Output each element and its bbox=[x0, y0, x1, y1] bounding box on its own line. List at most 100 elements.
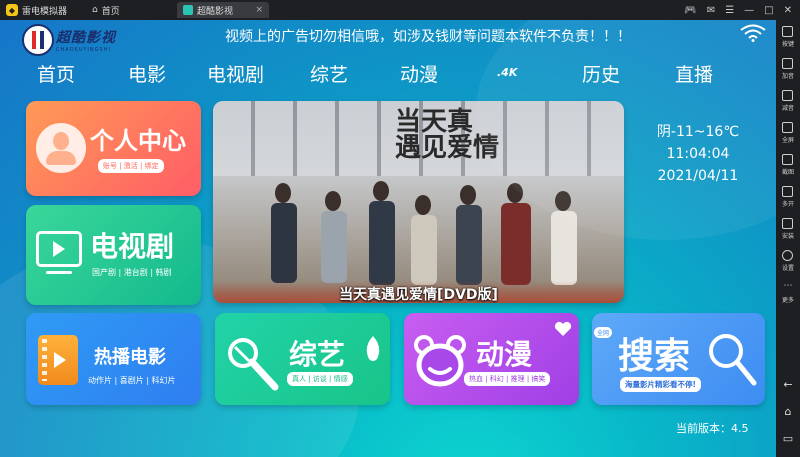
sidebar-item-settings[interactable]: 设置 bbox=[782, 250, 794, 282]
scissors-icon bbox=[782, 154, 794, 165]
window-titlebar: ◆ 雷电模拟器 ⌂ 首页 超酷影视 × 🎮 ✉ ☰ — □ ✕ bbox=[0, 0, 800, 20]
sidebar-item-label: 更多 bbox=[781, 297, 794, 304]
sidebar-item-label: 按键 bbox=[781, 41, 794, 48]
banner-poster-title: 当天真 遇见爱情 bbox=[395, 109, 499, 161]
mail-icon[interactable]: ✉ bbox=[707, 5, 715, 16]
menu-icon[interactable]: ☰ bbox=[725, 5, 734, 16]
variety-title: 综艺 bbox=[289, 338, 346, 371]
nav-item-home[interactable]: 首页 bbox=[37, 60, 75, 87]
gear-icon bbox=[782, 250, 794, 261]
sidebar-item-label: 设置 bbox=[781, 265, 794, 272]
brand-emblem-icon bbox=[22, 24, 54, 56]
nav-item-tv[interactable]: 电视剧 bbox=[207, 60, 264, 87]
sidebar-item-label: 全屏 bbox=[781, 137, 794, 144]
sidebar-item-more[interactable]: ⋯ 更多 bbox=[782, 282, 794, 314]
tv-stand-icon bbox=[46, 271, 72, 274]
category-nav: 首页 电影 电视剧 综艺 动漫 .4K 历史 直播 bbox=[0, 60, 776, 90]
nav-item-history[interactable]: 历史 bbox=[582, 60, 620, 87]
close-icon[interactable]: ✕ bbox=[784, 5, 792, 16]
weather-clock: 阴-11~16℃ 11:04:04 2021/04/11 bbox=[628, 121, 768, 187]
weather-forecast: 阴-11~16℃ bbox=[656, 124, 740, 140]
notice-text: 视频上的广告切勿相信哦，如涉及钱财等问题本软件不负责！！！ bbox=[225, 29, 631, 45]
tv-icon bbox=[36, 231, 82, 267]
tv-title: 电视剧 bbox=[90, 230, 175, 263]
app-name: ◆ 雷电模拟器 bbox=[0, 4, 92, 17]
banner-caption: 当天真遇见爱情[DVD版] bbox=[339, 287, 498, 303]
volume-up-icon bbox=[782, 58, 794, 69]
hot-movies-tile[interactable]: 热播电影 动作片 | 喜剧片 | 科幻片 bbox=[26, 313, 201, 405]
sidebar-item-volume-down[interactable]: 减音 bbox=[782, 90, 794, 122]
nav-item-4k[interactable]: .4K bbox=[497, 66, 517, 79]
clock-time: 11:04:04 bbox=[666, 146, 730, 162]
emulator-sidebar: 按键 加音 减音 全屏 截图 多开 安装 设置 ⋯ 更多 ← ⌂ ▭ bbox=[776, 20, 800, 457]
fullscreen-icon bbox=[782, 122, 794, 133]
profile-tile[interactable]: 个人中心 账号 | 激活 | 绑定 bbox=[26, 101, 201, 196]
tv-sub: 国产剧 | 港台剧 | 韩剧 bbox=[92, 268, 172, 277]
back-icon[interactable]: ← bbox=[783, 378, 792, 391]
emulator-logo-icon: ◆ bbox=[6, 4, 18, 16]
search-tile[interactable]: 全网 搜索 海量影片精彩看不停! bbox=[592, 313, 765, 405]
banner-cast-image bbox=[271, 181, 577, 285]
search-icon bbox=[709, 334, 757, 386]
app-name-label: 雷电模拟器 bbox=[22, 6, 68, 17]
brand-name-en: CHAOKUYINGSHI bbox=[56, 47, 111, 53]
nav-item-live[interactable]: 直播 bbox=[675, 60, 713, 87]
brand-text: 超酷影视 CHAOKUYINGSHI bbox=[56, 27, 116, 53]
home-icon: ⌂ bbox=[92, 5, 98, 15]
sidebar-item-volume-up[interactable]: 加音 bbox=[782, 58, 794, 90]
user-avatar-icon bbox=[36, 123, 86, 173]
apk-icon bbox=[782, 218, 794, 229]
clock-date: 2021/04/11 bbox=[657, 168, 739, 184]
leaf-icon bbox=[366, 336, 380, 361]
sidebar-item-label: 加音 bbox=[781, 73, 794, 80]
brand-name: 超酷影视 bbox=[56, 30, 116, 46]
sidebar-item-keys[interactable]: 按键 bbox=[782, 26, 794, 58]
wifi-icon bbox=[740, 24, 766, 42]
app-tab-icon bbox=[183, 5, 193, 15]
poster-title-line1: 当天真 bbox=[395, 107, 474, 137]
heart-icon bbox=[554, 321, 572, 336]
featured-banner[interactable]: 当天真 遇见爱情 当天真遇见爱情[DVD版] bbox=[213, 101, 624, 303]
tab-home[interactable]: ⌂ 首页 bbox=[92, 4, 177, 17]
microphone-icon bbox=[228, 338, 279, 391]
sidebar-item-label: 安装 bbox=[781, 233, 794, 240]
maximize-icon[interactable]: □ bbox=[764, 5, 773, 16]
sidebar-item-screenshot[interactable]: 截图 bbox=[782, 154, 794, 186]
profile-title: 个人中心 bbox=[90, 127, 186, 155]
recent-apps-icon[interactable]: ▭ bbox=[783, 432, 793, 445]
poster-title-line2: 遇见爱情 bbox=[395, 133, 500, 163]
sidebar-item-fullscreen[interactable]: 全屏 bbox=[782, 122, 794, 154]
anime-title: 动漫 bbox=[476, 338, 533, 371]
sidebar-item-label: 多开 bbox=[781, 201, 794, 208]
minimize-icon[interactable]: — bbox=[744, 5, 754, 16]
anime-tile[interactable]: 动漫 热血 | 科幻 | 推理 | 搞笑 bbox=[404, 313, 579, 405]
version-label: 当前版本：4.5 bbox=[676, 422, 749, 435]
tab-close-icon[interactable]: × bbox=[255, 5, 263, 15]
nav-item-anime[interactable]: 动漫 bbox=[400, 60, 438, 87]
more-icon: ⋯ bbox=[783, 281, 793, 291]
sidebar-item-label: 减音 bbox=[781, 105, 794, 112]
tab-home-label: 首页 bbox=[101, 6, 120, 17]
film-icon bbox=[38, 335, 78, 385]
bear-icon bbox=[414, 335, 466, 387]
sidebar-item-install[interactable]: 安装 bbox=[782, 218, 794, 250]
tv-series-tile[interactable]: 电视剧 国产剧 | 港台剧 | 韩剧 bbox=[26, 205, 201, 305]
tab-chaoku-label: 超酷影视 bbox=[197, 6, 234, 17]
volume-down-icon bbox=[782, 90, 794, 101]
android-home-icon[interactable]: ⌂ bbox=[785, 405, 792, 418]
nav-item-movies[interactable]: 电影 bbox=[128, 60, 166, 87]
sidebar-item-label: 截图 bbox=[781, 169, 794, 176]
tab-chaoku[interactable]: 超酷影视 × bbox=[177, 2, 269, 18]
movie-sub: 动作片 | 喜剧片 | 科幻片 bbox=[88, 376, 176, 385]
nav-item-variety[interactable]: 综艺 bbox=[310, 60, 348, 87]
sidebar-item-multi[interactable]: 多开 bbox=[782, 186, 794, 218]
search-sub: 海量影片精彩看不停! bbox=[620, 377, 701, 392]
keyboard-icon bbox=[782, 26, 794, 37]
variety-tile[interactable]: 综艺 真人 | 访谈 | 情感 bbox=[215, 313, 390, 405]
app-screen: 超酷影视 CHAOKUYINGSHI 视频上的广告切勿相信哦，如涉及钱财等问题本… bbox=[0, 20, 776, 457]
movie-title: 热播电影 bbox=[94, 347, 166, 368]
gamepad-icon[interactable]: 🎮 bbox=[684, 5, 696, 16]
brand-logo: 超酷影视 CHAOKUYINGSHI bbox=[22, 24, 116, 56]
variety-sub: 真人 | 访谈 | 情感 bbox=[287, 372, 353, 386]
window-controls: 🎮 ✉ ☰ — □ ✕ bbox=[684, 5, 800, 16]
